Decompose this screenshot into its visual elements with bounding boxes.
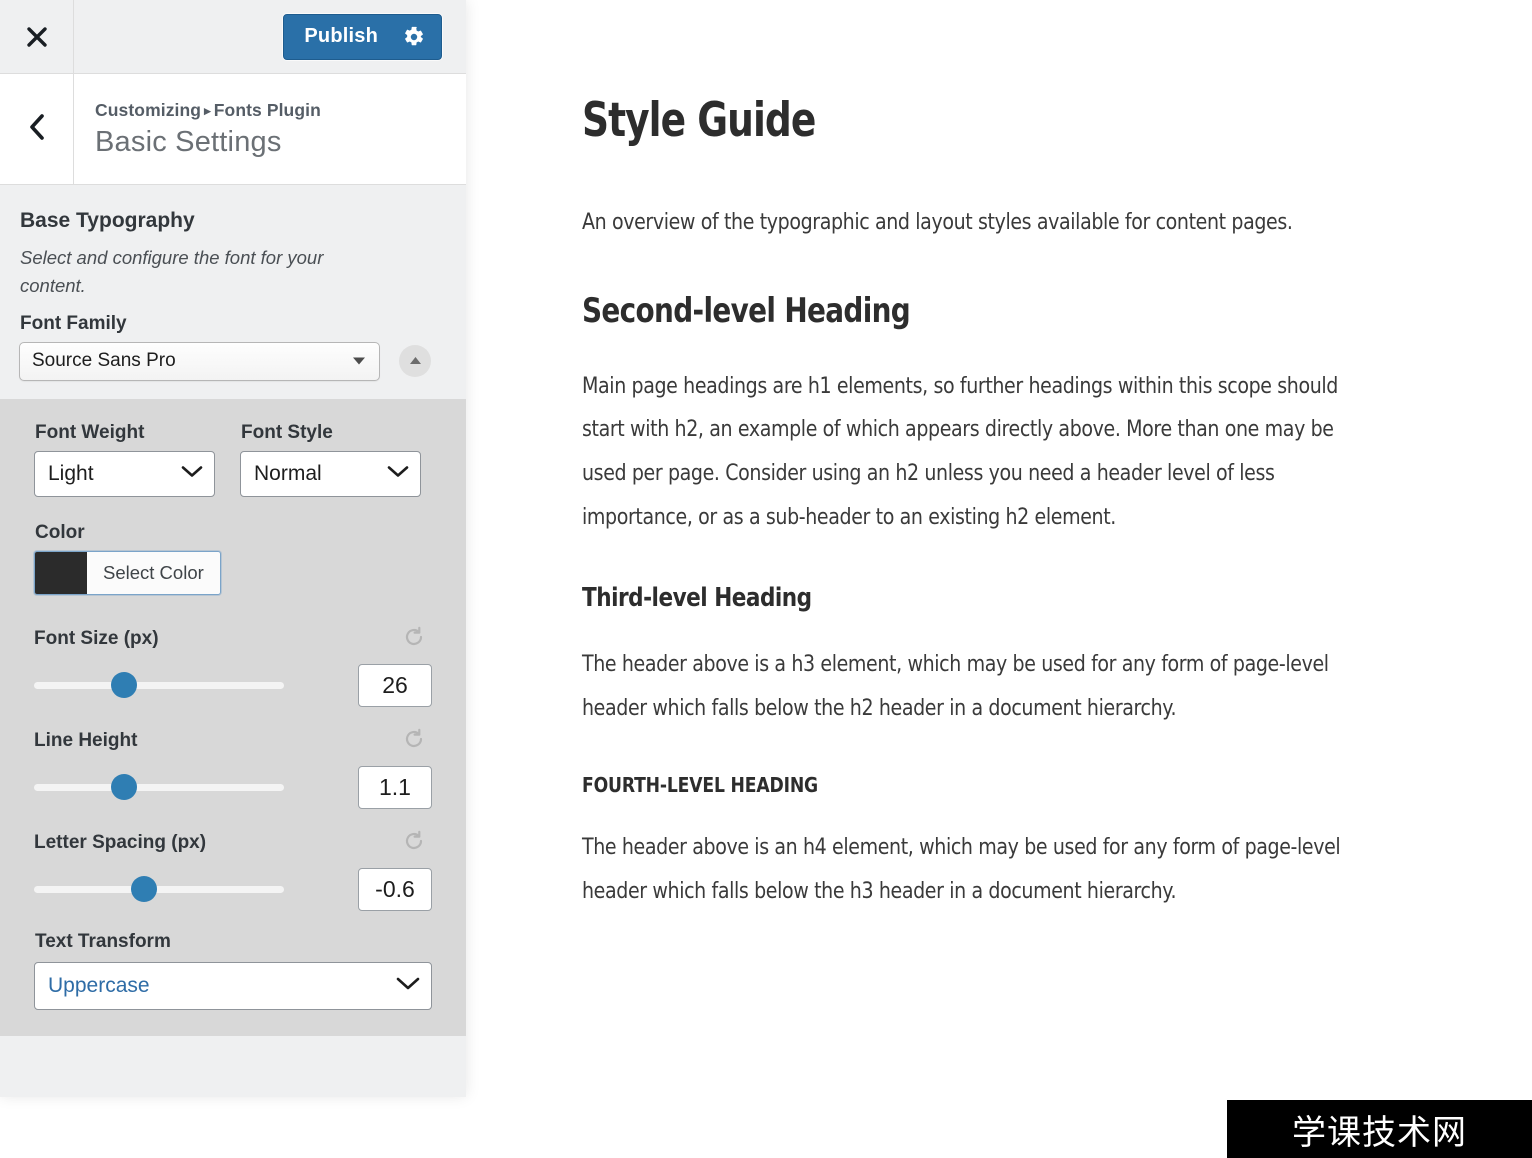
- preview-paragraph-h4: The header above is an h4 element, which…: [582, 834, 1341, 905]
- font-family-value: Source Sans Pro: [32, 350, 176, 371]
- line-height-header: Line Height: [34, 727, 432, 756]
- font-size-header: Font Size (px): [34, 625, 432, 654]
- text-transform-value: Uppercase: [48, 973, 150, 997]
- slider-thumb[interactable]: [131, 876, 157, 902]
- font-family-row: Source Sans Pro: [19, 341, 447, 381]
- slider-track: [34, 885, 284, 893]
- font-size-slider-row: 26: [34, 663, 432, 707]
- watermark: 学课技术网: [1227, 1100, 1532, 1158]
- section-collapse-toggle[interactable]: [399, 345, 431, 377]
- letter-spacing-reset-button[interactable]: [402, 829, 426, 858]
- font-weight-label: Font Weight: [35, 421, 145, 443]
- slider-thumb[interactable]: [111, 672, 137, 698]
- font-style-value: Normal: [254, 461, 322, 485]
- page-title: Basic Settings: [95, 125, 282, 158]
- reset-icon: [402, 727, 426, 756]
- back-button[interactable]: [0, 74, 74, 184]
- breadcrumb: Customizing ▸ Fonts Plugin: [95, 100, 466, 121]
- customizer-body: Base Typography Select and configure the…: [0, 185, 466, 1097]
- text-transform-label: Text Transform: [35, 930, 171, 952]
- breadcrumb-root[interactable]: Customizing: [95, 100, 201, 120]
- section-description: Select and configure the font for your c…: [20, 247, 324, 296]
- close-button[interactable]: [0, 0, 74, 73]
- breadcrumb-separator: ▸: [204, 102, 211, 118]
- line-height-slider[interactable]: [34, 773, 284, 801]
- line-height-label: Line Height: [34, 730, 138, 751]
- reset-icon: [402, 829, 426, 858]
- watermark-text: 学课技术网: [1292, 1112, 1467, 1153]
- letter-spacing-slider-row: -0.6: [34, 867, 432, 911]
- preview-h2: Second-level Heading: [582, 291, 911, 332]
- letter-spacing-slider[interactable]: [34, 875, 284, 903]
- slider-thumb[interactable]: [111, 774, 137, 800]
- letter-spacing-label: Letter Spacing (px): [34, 832, 207, 853]
- font-size-label: Font Size (px): [34, 628, 159, 649]
- gear-icon[interactable]: [403, 26, 425, 48]
- line-height-slider-row: 1.1: [34, 765, 432, 809]
- slider-track: [34, 681, 284, 689]
- font-style-label: Font Style: [241, 421, 333, 443]
- chevron-left-icon: [26, 112, 48, 147]
- weight-style-row: Font Weight Light Font Style Normal: [34, 422, 432, 497]
- letter-spacing-group: Letter Spacing (px) -0.6: [34, 829, 432, 911]
- letter-spacing-input[interactable]: -0.6: [358, 867, 432, 911]
- select-color-button[interactable]: Select Color: [34, 550, 221, 595]
- chevron-down-icon: [181, 464, 203, 483]
- publish-button[interactable]: Publish: [283, 13, 442, 60]
- line-height-input[interactable]: 1.1: [358, 765, 432, 809]
- caret-down-icon: [353, 357, 365, 365]
- section-title: Base Typography: [20, 209, 195, 232]
- font-weight-value: Light: [48, 461, 94, 485]
- text-transform-group: Text Transform Uppercase: [34, 931, 432, 1010]
- chevron-down-icon: [396, 976, 420, 996]
- customizer-header-text: Customizing ▸ Fonts Plugin Basic Settings: [74, 74, 466, 184]
- preview-h1: Style Guide: [582, 93, 816, 148]
- preview-h3: Third-level Heading: [582, 583, 812, 614]
- close-icon: [24, 24, 50, 50]
- font-style-group: Font Style Normal: [240, 422, 421, 497]
- font-size-input[interactable]: 26: [358, 663, 432, 707]
- chevron-down-icon: [387, 464, 409, 483]
- customizer-topbar: Publish: [0, 0, 466, 74]
- text-transform-select[interactable]: Uppercase: [34, 961, 432, 1010]
- preview-paragraph-h2: Main page headings are h1 elements, so f…: [582, 372, 1338, 531]
- caret-up-icon: [409, 352, 422, 370]
- color-label: Color: [35, 521, 85, 543]
- publish-button-label: Publish: [304, 25, 378, 47]
- breadcrumb-current[interactable]: Fonts Plugin: [214, 100, 321, 120]
- font-family-label: Font Family: [20, 312, 127, 334]
- line-height-reset-button[interactable]: [402, 727, 426, 756]
- customizer-panel: Publish Customizing ▸ Fonts Plugin Basic S…: [0, 0, 466, 1097]
- font-size-reset-button[interactable]: [402, 625, 426, 654]
- color-swatch: [35, 551, 87, 594]
- font-weight-group: Font Weight Light: [34, 422, 215, 497]
- preview-paragraph-h3: The header above is a h3 element, which …: [582, 650, 1329, 721]
- select-color-label: Select Color: [103, 561, 204, 583]
- letter-spacing-header: Letter Spacing (px): [34, 829, 432, 858]
- preview-lead-paragraph: An overview of the typographic and layou…: [582, 209, 1293, 236]
- font-family-select[interactable]: Source Sans Pro: [19, 341, 380, 381]
- style-guide-document: Style Guide An overview of the typograph…: [582, 96, 1482, 914]
- typography-subpanel: Font Weight Light Font Style Normal Colo…: [0, 398, 466, 1036]
- line-height-group: Line Height 1.1: [34, 727, 432, 809]
- font-size-slider[interactable]: [34, 671, 284, 699]
- site-preview: Style Guide An overview of the typograph…: [466, 0, 1532, 1158]
- color-group: Color Select Color: [34, 522, 432, 599]
- preview-h4: FOURTH-LEVEL HEADING: [582, 773, 819, 798]
- font-weight-select[interactable]: Light: [34, 450, 215, 497]
- customizer-header: Customizing ▸ Fonts Plugin Basic Settings: [0, 74, 466, 185]
- slider-track: [34, 783, 284, 791]
- reset-icon: [402, 625, 426, 654]
- font-size-group: Font Size (px) 26: [34, 625, 432, 707]
- font-style-select[interactable]: Normal: [240, 450, 421, 497]
